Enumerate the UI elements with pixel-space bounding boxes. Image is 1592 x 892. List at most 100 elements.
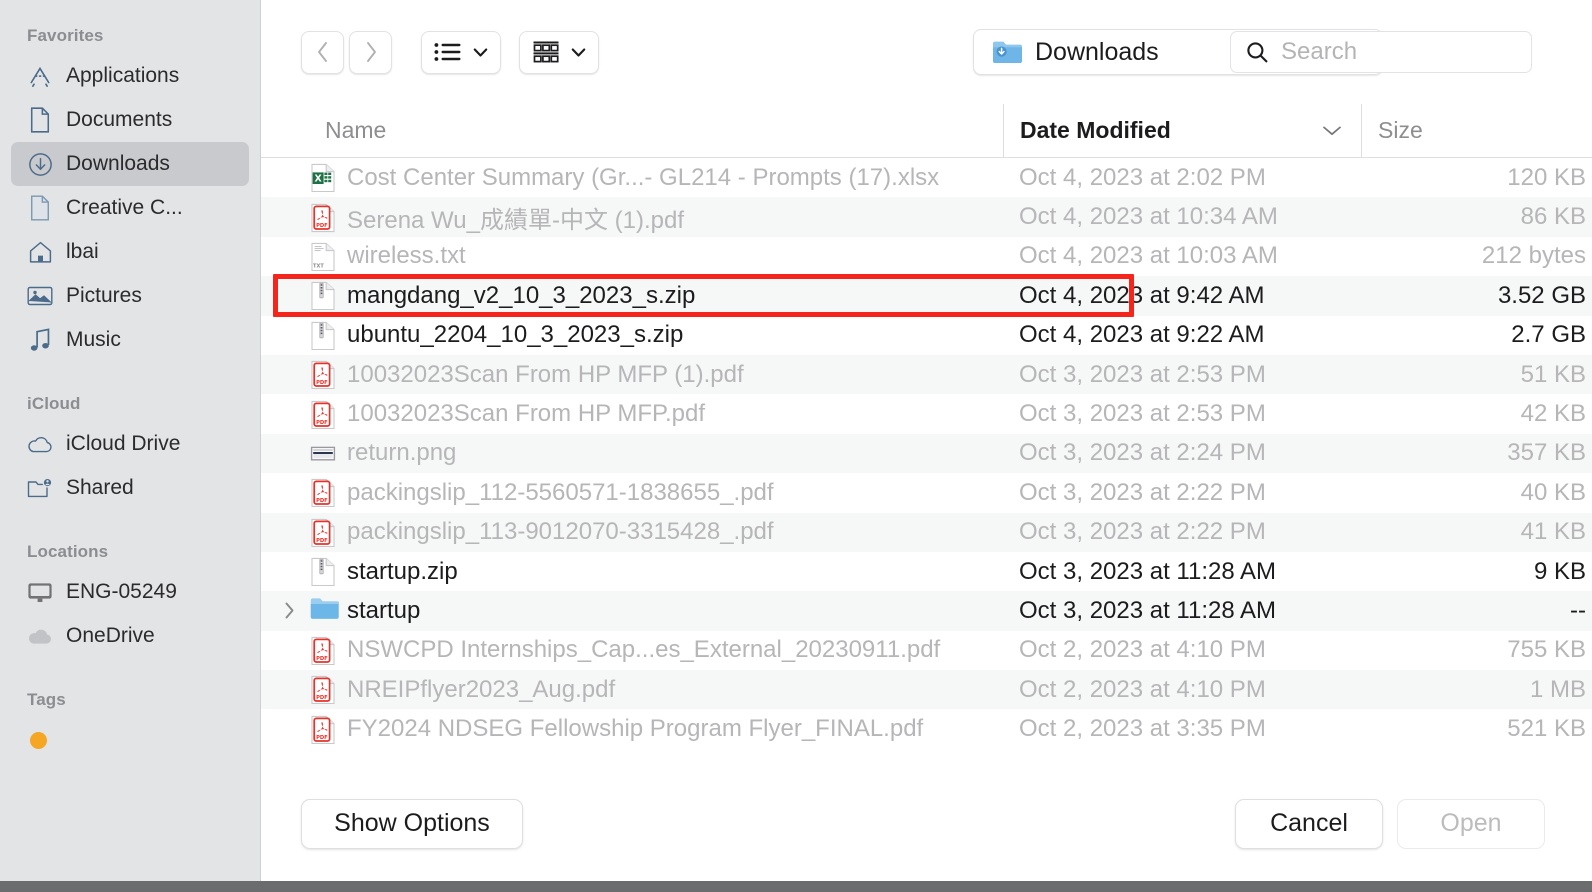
- file-date-cell: Oct 4, 2023 at 9:22 AM: [1003, 321, 1361, 349]
- column-header-date-modified[interactable]: Date Modified: [1003, 104, 1361, 158]
- sidebar-item-pictures[interactable]: Pictures: [11, 274, 249, 318]
- file-name-cell: PDF 10032023Scan From HP MFP.pdf: [261, 400, 1003, 429]
- table-row[interactable]: PDF10032023Scan From HP MFP (1).pdfOct 3…: [261, 355, 1592, 394]
- file-size-cell: 3.52 GB: [1361, 282, 1592, 310]
- file-size-cell: 40 KB: [1361, 479, 1592, 507]
- table-row[interactable]: PDF 10032023Scan From HP MFP.pdf Oct 3, 20…: [261, 394, 1592, 433]
- file-name-label: FY2024 NDSEG Fellowship Program Flyer_FI…: [347, 715, 923, 743]
- sidebar-section-tags-title: Tags: [0, 680, 260, 718]
- file-date-cell: Oct 3, 2023 at 2:53 PM: [1003, 361, 1361, 389]
- sidebar-item-label: Documents: [66, 108, 172, 132]
- table-row[interactable]: startup.zipOct 3, 2023 at 11:28 AM9 KB: [261, 552, 1592, 591]
- sidebar-item-onedrive[interactable]: OneDrive: [11, 614, 249, 658]
- table-row[interactable]: return.pngOct 3, 2023 at 2:24 PM357 KB: [261, 434, 1592, 473]
- sidebar-item-label: OneDrive: [66, 624, 155, 648]
- file-name-cell: mangdang_v2_10_3_2023_s.zip: [261, 281, 1003, 310]
- dialog-content: Downloads Na: [261, 0, 1592, 892]
- file-size-cell: 755 KB: [1361, 636, 1592, 664]
- file-name-label: 10032023Scan From HP MFP.pdf: [347, 400, 705, 428]
- file-size-cell: 9 KB: [1361, 558, 1592, 586]
- pdf-icon: PDF: [310, 203, 336, 232]
- sidebar-item-icloud-drive[interactable]: iCloud Drive: [11, 422, 249, 466]
- sidebar-item-label: iCloud Drive: [66, 432, 180, 456]
- svg-text:X: X: [314, 174, 322, 185]
- file-date-cell: Oct 4, 2023 at 10:03 AM: [1003, 242, 1361, 270]
- svg-text:PDF: PDF: [316, 538, 328, 544]
- table-row[interactable]: TXTwireless.txtOct 4, 2023 at 10:03 AM21…: [261, 237, 1592, 276]
- home-icon: [27, 239, 53, 265]
- file-date-cell: Oct 3, 2023 at 2:22 PM: [1003, 518, 1361, 546]
- sidebar-item-lbai[interactable]: lbai: [11, 230, 249, 274]
- window-bottom-edge: [0, 881, 1592, 892]
- table-row[interactable]: startupOct 3, 2023 at 11:28 AM--: [261, 591, 1592, 630]
- table-row[interactable]: PDFSerena Wu_成績單-中文 (1).pdfOct 4, 2023 a…: [261, 197, 1592, 236]
- column-header-name-label: Name: [325, 117, 386, 144]
- file-name-cell: startup: [261, 596, 1003, 625]
- file-size-cell: 42 KB: [1361, 400, 1592, 428]
- file-size-cell: 120 KB: [1361, 164, 1592, 192]
- svg-text:PDF: PDF: [316, 498, 328, 504]
- sidebar-item-label: Creative C...: [66, 196, 183, 220]
- sidebar-item-music[interactable]: Music: [11, 318, 249, 362]
- file-list[interactable]: X Cost Center Summary (Gr...- GL214 - Pro…: [261, 158, 1592, 755]
- sidebar-item-creative-cloud[interactable]: Creative C...: [11, 186, 249, 230]
- column-header-size[interactable]: Size: [1361, 104, 1592, 158]
- sidebar-item-downloads[interactable]: Downloads: [11, 142, 249, 186]
- svg-text:PDF: PDF: [316, 656, 328, 662]
- table-row[interactable]: ubuntu_2204_10_3_2023_s.zipOct 4, 2023 a…: [261, 316, 1592, 355]
- sidebar-section-favorites-title: Favorites: [0, 16, 260, 54]
- file-size-cell: 521 KB: [1361, 715, 1592, 743]
- sidebar-gap-3: [0, 658, 260, 680]
- search-input[interactable]: [1281, 38, 1511, 66]
- dialog-footer: Show Options Cancel Open: [261, 755, 1592, 892]
- pdf-icon: PDF: [310, 518, 336, 547]
- search-field[interactable]: [1230, 31, 1532, 73]
- file-name-label: Cost Center Summary (Gr...- GL214 - Prom…: [347, 164, 939, 192]
- sidebar-item-applications[interactable]: Applications: [11, 54, 249, 98]
- pdf-icon: PDF: [310, 715, 336, 744]
- file-date-cell: Oct 2, 2023 at 3:35 PM: [1003, 715, 1361, 743]
- file-size-cell: 51 KB: [1361, 361, 1592, 389]
- column-header-name[interactable]: Name: [261, 104, 1003, 158]
- pdf-icon: PDF: [310, 400, 336, 429]
- document-icon: [27, 195, 53, 221]
- shared-folder-icon: [27, 475, 53, 501]
- table-row[interactable]: PDF NSWCPD Internships_Cap...es_External_…: [261, 631, 1592, 670]
- column-headers: Name Date Modified Size: [261, 104, 1592, 158]
- sidebar-item-tag[interactable]: [11, 718, 249, 762]
- chevron-right-icon: [363, 41, 379, 63]
- cancel-button[interactable]: Cancel: [1235, 799, 1383, 849]
- sidebar-item-label: ENG-05249: [66, 580, 177, 604]
- file-name-cell: TXTwireless.txt: [261, 242, 1003, 271]
- view-mode-group-button[interactable]: [519, 31, 599, 74]
- table-row[interactable]: PDFNREIPflyer2023_Aug.pdfOct 2, 2023 at …: [261, 670, 1592, 709]
- disclosure-triangle-icon[interactable]: [279, 601, 299, 620]
- sidebar-item-shared[interactable]: Shared: [11, 466, 249, 510]
- view-mode-list-button[interactable]: [421, 31, 501, 74]
- table-row[interactable]: PDF FY2024 NDSEG Fellowship Program Flyer…: [261, 709, 1592, 748]
- sidebar-item-eng-05249[interactable]: ENG-05249: [11, 570, 249, 614]
- back-button[interactable]: [301, 31, 344, 74]
- txt-icon: TXT: [310, 242, 336, 271]
- file-date-cell: Oct 3, 2023 at 2:53 PM: [1003, 400, 1361, 428]
- file-name-label: NREIPflyer2023_Aug.pdf: [347, 676, 615, 704]
- show-options-button[interactable]: Show Options: [301, 799, 523, 849]
- table-row[interactable]: PDFpackingslip_112-5560571-1838655_.pdfO…: [261, 473, 1592, 512]
- pictures-icon: [27, 283, 53, 309]
- file-size-cell: 2.7 GB: [1361, 321, 1592, 349]
- file-size-cell: 212 bytes: [1361, 242, 1592, 270]
- pdf-icon: PDF: [310, 478, 336, 507]
- forward-button[interactable]: [349, 31, 392, 74]
- file-date-cell: Oct 4, 2023 at 2:02 PM: [1003, 164, 1361, 192]
- group-view-icon: [532, 40, 560, 65]
- file-name-cell: ubuntu_2204_10_3_2023_s.zip: [261, 321, 1003, 350]
- file-size-cell: 41 KB: [1361, 518, 1592, 546]
- table-row[interactable]: PDFpackingslip_113-9012070-3315428_.pdfO…: [261, 513, 1592, 552]
- file-name-label: NSWCPD Internships_Cap...es_External_202…: [347, 636, 940, 664]
- table-row[interactable]: X Cost Center Summary (Gr...- GL214 - Pro…: [261, 158, 1592, 197]
- sidebar-item-documents[interactable]: Documents: [11, 98, 249, 142]
- table-row[interactable]: mangdang_v2_10_3_2023_s.zipOct 4, 2023 a…: [261, 276, 1592, 315]
- chevron-left-icon: [315, 41, 331, 63]
- file-name-label: return.png: [347, 439, 456, 467]
- applications-icon: [27, 63, 53, 89]
